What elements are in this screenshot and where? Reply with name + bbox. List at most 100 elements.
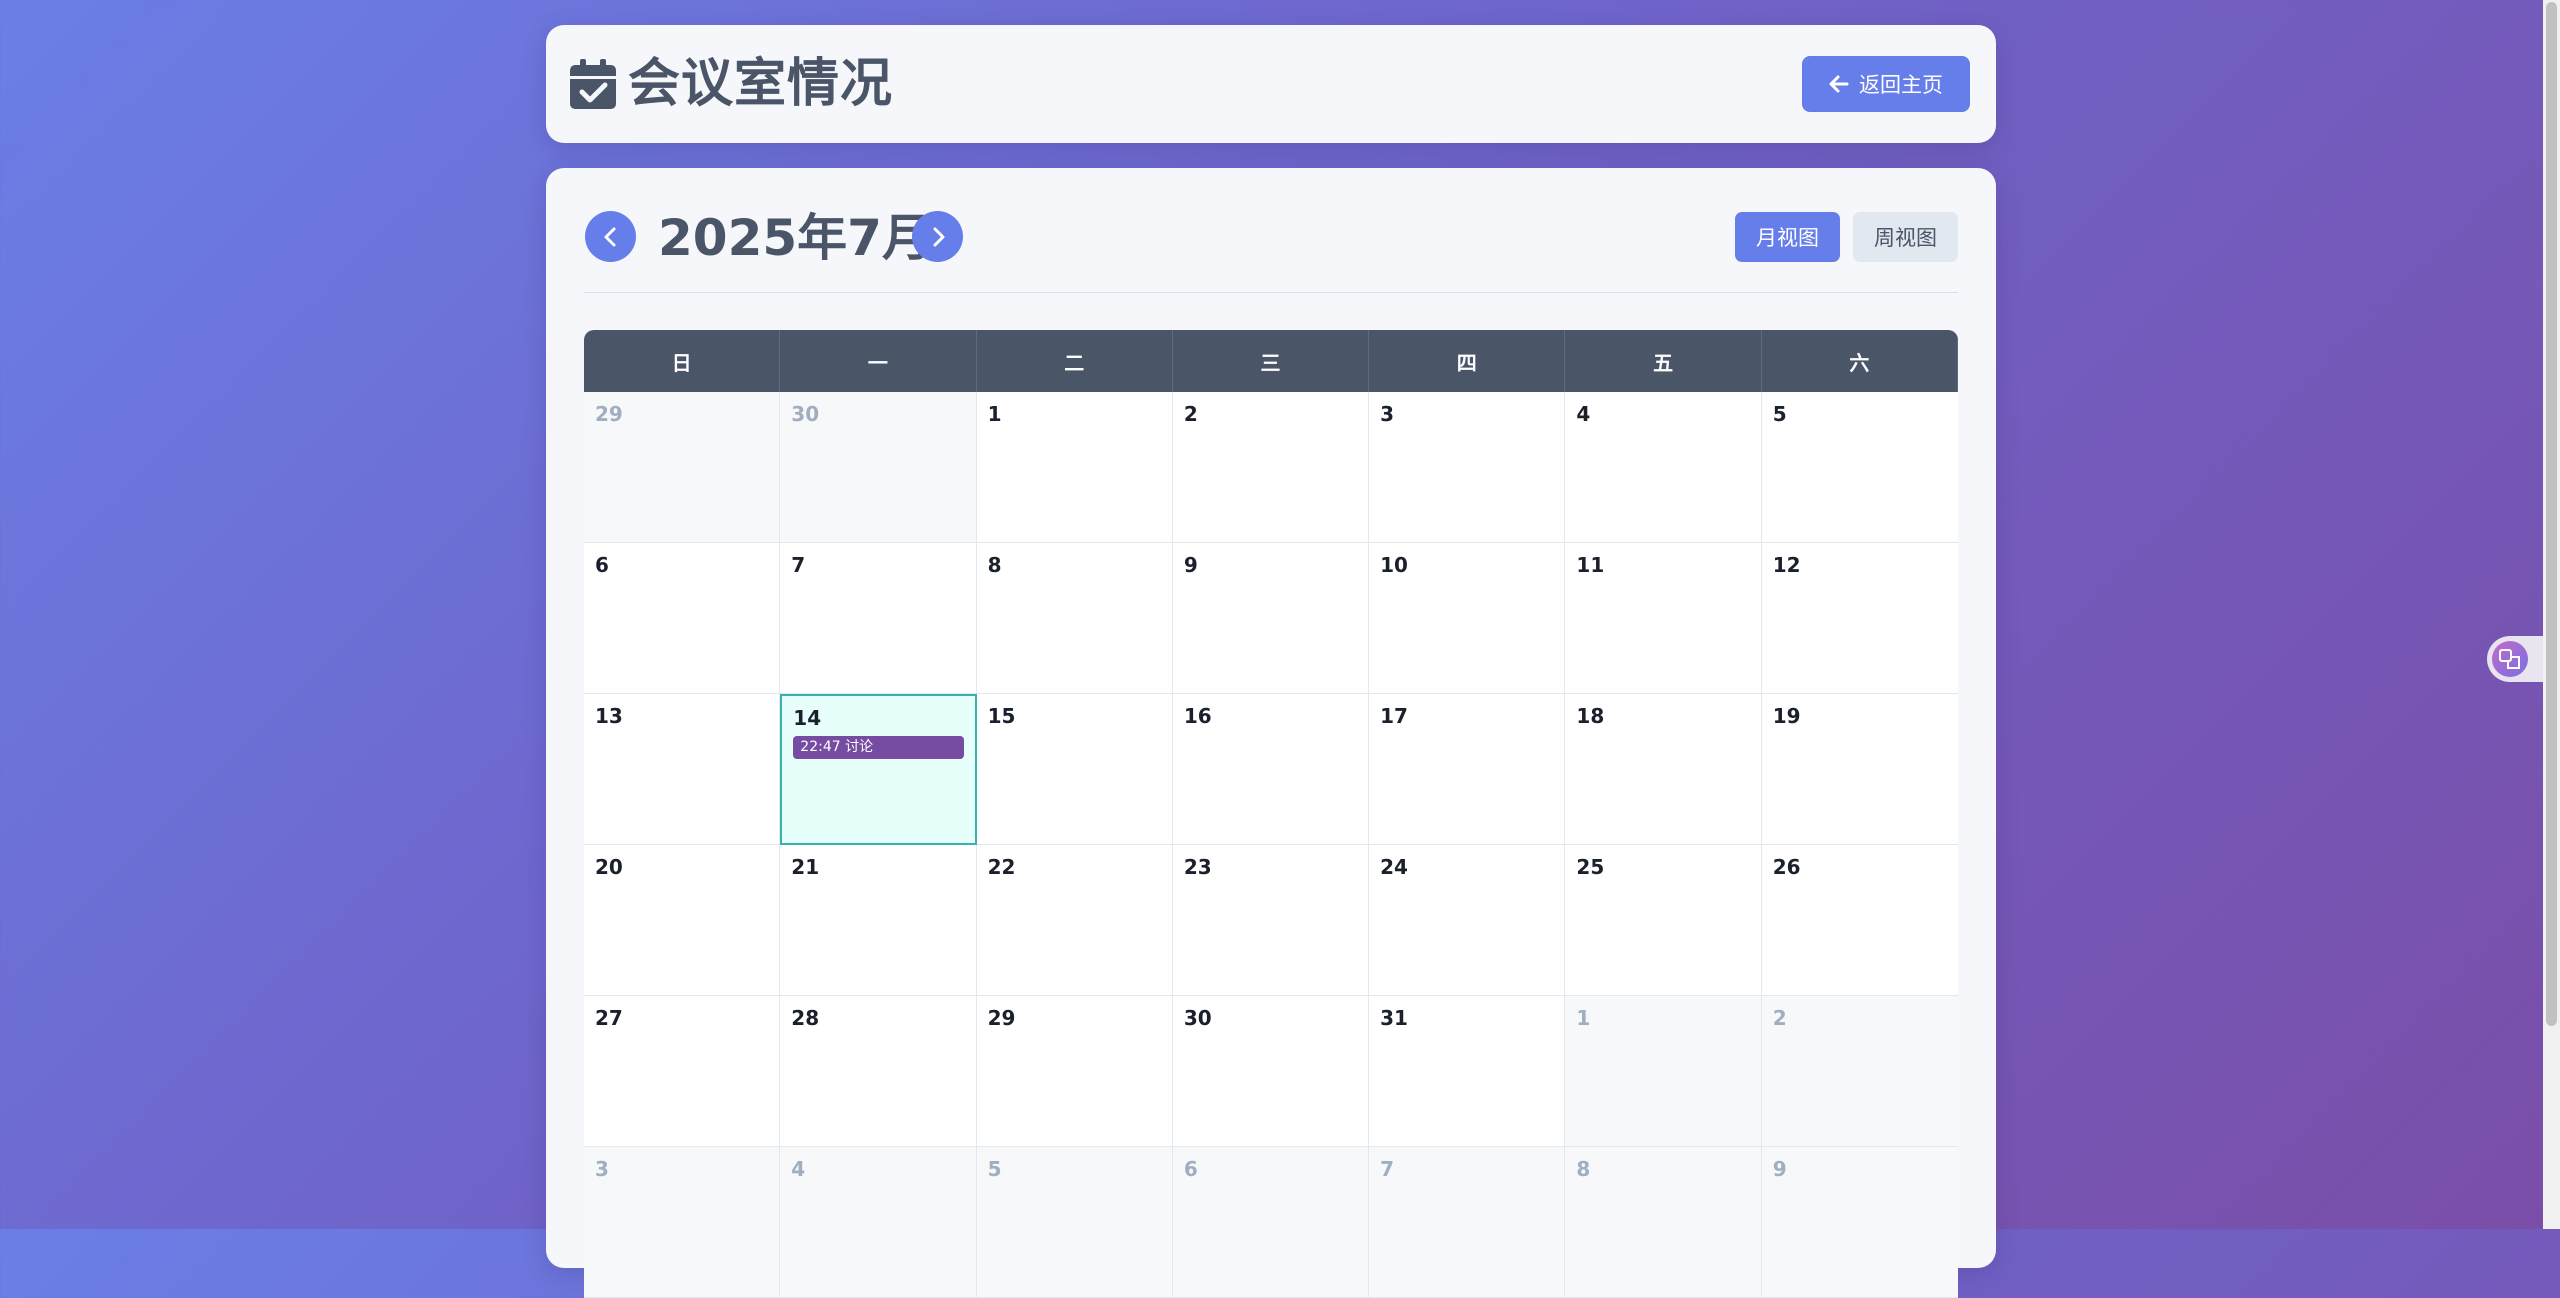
day-number: 18 xyxy=(1576,704,1605,728)
day-cell[interactable]: 5 xyxy=(976,1147,1173,1298)
weekday-header: 一 xyxy=(780,330,977,392)
day-number: 10 xyxy=(1380,553,1408,577)
day-number: 9 xyxy=(1772,1157,1787,1181)
header-card: 会议室情况 返回主页 xyxy=(546,25,1996,143)
day-number: 29 xyxy=(595,402,623,426)
day-cell[interactable]: 4 xyxy=(1565,392,1762,543)
weekday-header: 三 xyxy=(1172,330,1370,392)
day-cell[interactable]: 7 xyxy=(1369,1147,1566,1298)
weekday-header: 二 xyxy=(976,330,1173,392)
scrollbar-thumb[interactable] xyxy=(2546,2,2557,1026)
day-number: 14 xyxy=(793,706,822,730)
day-cell[interactable]: 2 xyxy=(1761,996,1958,1147)
day-cell[interactable]: 6 xyxy=(1172,1147,1370,1298)
day-number: 7 xyxy=(1380,1157,1395,1181)
day-cell[interactable]: 29 xyxy=(976,996,1173,1147)
day-cell[interactable]: 3 xyxy=(584,1147,781,1298)
day-number: 22 xyxy=(987,855,1016,879)
day-cell[interactable]: 31 xyxy=(1369,996,1566,1147)
day-number: 4 xyxy=(1576,402,1591,426)
day-number: 21 xyxy=(791,855,820,879)
translate-widget[interactable] xyxy=(2487,636,2547,682)
scrollbar-track[interactable] xyxy=(2543,0,2560,1229)
day-cell[interactable]: 25 xyxy=(1565,845,1762,996)
calendar-grid: 日一二三四五六 29 30 1 2 3 4 5 6 7 8 9 10 11 12 13 14 22:47 讨论 15… xyxy=(584,330,1958,1298)
day-number: 11 xyxy=(1576,553,1605,577)
day-cell[interactable]: 16 xyxy=(1172,694,1370,845)
day-number: 27 xyxy=(595,1006,623,1030)
weekday-header: 日 xyxy=(584,330,781,392)
day-cell[interactable]: 21 xyxy=(780,845,977,996)
day-cell[interactable]: 13 xyxy=(584,694,781,845)
day-cell[interactable]: 1 xyxy=(976,392,1173,543)
home-button-label: 返回主页 xyxy=(1859,73,1943,97)
day-cell[interactable]: 17 xyxy=(1369,694,1566,845)
day-number: 7 xyxy=(791,553,806,577)
day-cell[interactable]: 6 xyxy=(584,543,781,694)
weekday-header: 五 xyxy=(1565,330,1762,392)
day-number: 1 xyxy=(987,402,1002,426)
day-number: 29 xyxy=(987,1006,1016,1030)
day-cell[interactable]: 11 xyxy=(1565,543,1762,694)
day-number: 3 xyxy=(1380,402,1395,426)
day-number: 3 xyxy=(595,1157,609,1181)
weekday-header: 六 xyxy=(1761,330,1958,392)
weekday-header: 四 xyxy=(1369,330,1566,392)
day-cell[interactable]: 29 xyxy=(584,392,781,543)
day-number: 31 xyxy=(1380,1006,1408,1030)
day-number: 25 xyxy=(1576,855,1605,879)
page-title: 会议室情况 xyxy=(628,54,894,114)
day-cell[interactable]: 3 xyxy=(1369,392,1566,543)
day-cell[interactable]: 24 xyxy=(1369,845,1566,996)
day-number: 30 xyxy=(791,402,820,426)
day-cell[interactable]: 30 xyxy=(780,392,977,543)
next-month-button[interactable] xyxy=(912,211,963,262)
day-number: 9 xyxy=(1183,553,1198,577)
event-chip[interactable]: 22:47 讨论 xyxy=(793,736,964,759)
day-cell[interactable]: 8 xyxy=(976,543,1173,694)
day-number: 2 xyxy=(1183,402,1198,426)
day-cell[interactable]: 9 xyxy=(1761,1147,1958,1298)
day-cell[interactable]: 19 xyxy=(1761,694,1958,845)
day-cell[interactable]: 5 xyxy=(1761,392,1958,543)
day-cell[interactable]: 12 xyxy=(1761,543,1958,694)
day-cell[interactable]: 9 xyxy=(1172,543,1370,694)
day-cell[interactable]: 23 xyxy=(1172,845,1370,996)
day-number: 8 xyxy=(987,553,1002,577)
arrow-left-icon xyxy=(1829,75,1849,93)
day-cell[interactable]: 30 xyxy=(1172,996,1370,1147)
calendar-check-icon xyxy=(570,59,616,109)
day-number: 5 xyxy=(1772,402,1787,426)
header-divider xyxy=(584,292,1958,293)
day-cell[interactable]: 26 xyxy=(1761,845,1958,996)
chevron-right-icon xyxy=(933,227,944,246)
day-cell[interactable]: 28 xyxy=(780,996,977,1147)
day-cell-today[interactable]: 14 22:47 讨论 xyxy=(780,694,977,845)
day-number: 15 xyxy=(987,704,1016,728)
day-number: 16 xyxy=(1183,704,1212,728)
day-cell[interactable]: 20 xyxy=(584,845,781,996)
day-cell[interactable]: 7 xyxy=(780,543,977,694)
day-cell[interactable]: 2 xyxy=(1172,392,1370,543)
calendar-card: 2025年7月 月视图 周视图 日一二三四五六 29 30 1 2 3 4 5 6 7 8 9 10 11… xyxy=(546,168,1996,1298)
day-number: 5 xyxy=(987,1157,1002,1181)
day-number: 6 xyxy=(595,553,609,577)
day-number: 4 xyxy=(791,1157,806,1181)
week-view-button[interactable]: 周视图 xyxy=(1853,212,1958,262)
day-cell[interactable]: 15 xyxy=(976,694,1173,845)
chevron-left-icon xyxy=(604,227,615,246)
prev-month-button[interactable] xyxy=(585,211,636,262)
day-cell[interactable]: 18 xyxy=(1565,694,1762,845)
day-cell[interactable]: 10 xyxy=(1369,543,1566,694)
day-cell[interactable]: 8 xyxy=(1565,1147,1762,1298)
day-cell[interactable]: 1 xyxy=(1565,996,1762,1147)
home-button[interactable]: 返回主页 xyxy=(1802,56,1970,112)
day-cell[interactable]: 4 xyxy=(780,1147,977,1298)
day-number: 12 xyxy=(1772,553,1801,577)
day-number: 28 xyxy=(791,1006,820,1030)
month-view-button[interactable]: 月视图 xyxy=(1735,212,1840,262)
day-number: 23 xyxy=(1183,855,1212,879)
month-title: 2025年7月 xyxy=(658,209,932,267)
day-cell[interactable]: 27 xyxy=(584,996,781,1147)
day-cell[interactable]: 22 xyxy=(976,845,1173,996)
